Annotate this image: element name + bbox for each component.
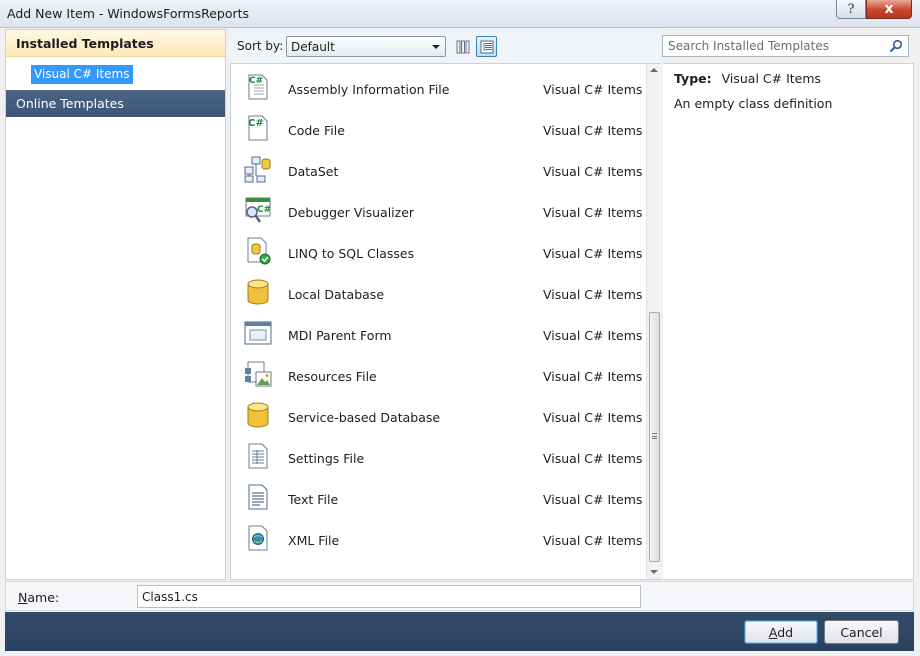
small-icons-view-button[interactable] (476, 36, 497, 57)
template-name: Debugger Visualizer (288, 205, 415, 220)
type-label: Type: (674, 71, 712, 86)
template-name: Resources File (288, 369, 377, 384)
scrollbar-thumb[interactable] (649, 312, 660, 562)
text-file-icon (248, 484, 268, 510)
close-button[interactable]: x (866, 0, 912, 19)
name-bar: Name: (5, 581, 914, 611)
scroll-up-arrow-icon[interactable] (650, 68, 658, 72)
list-item[interactable]: C# Code File Visual C# Items (231, 107, 645, 148)
template-category: Visual C# Items (543, 123, 643, 138)
template-name: Assembly Information File (288, 82, 450, 97)
list-item[interactable]: DataSet Visual C# Items (231, 148, 645, 189)
template-name: XML File (288, 533, 340, 548)
help-icon: ? (847, 1, 855, 17)
template-name: MDI Parent Form (288, 328, 392, 343)
list-item[interactable]: Local Database Visual C# Items (231, 271, 645, 312)
template-category: Visual C# Items (543, 410, 643, 425)
template-category: Visual C# Items (543, 205, 643, 220)
cancel-button[interactable]: Cancel (824, 620, 899, 644)
cs-code-icon: C# (248, 115, 268, 141)
small-icons-view-icon (480, 40, 494, 54)
template-category: Visual C# Items (543, 328, 643, 343)
svg-text:C#: C# (248, 118, 264, 129)
medium-icons-view-button[interactable] (452, 36, 473, 57)
template-category: Visual C# Items (543, 492, 643, 507)
list-toolbar: Sort by: Default (228, 29, 661, 63)
debugger-visualizer-icon: C# (245, 197, 271, 223)
template-name: Service-based Database (288, 410, 441, 425)
cs-document-icon: C# (248, 74, 268, 100)
help-button[interactable]: ? (836, 0, 866, 19)
dialog-button-bar: Add Cancel (5, 612, 914, 651)
medium-icons-view-icon (456, 40, 470, 54)
type-value: Visual C# Items (721, 71, 822, 86)
template-category: Visual C# Items (543, 533, 643, 548)
chevron-down-icon (432, 45, 440, 49)
template-category: Visual C# Items (543, 287, 643, 302)
list-item[interactable]: C# Assembly Information File Visual C# I… (231, 66, 645, 107)
scroll-grip-icon (652, 433, 657, 439)
close-icon: x (884, 1, 894, 17)
dataset-icon (244, 156, 271, 183)
resources-icon (245, 361, 272, 387)
installed-templates-header[interactable]: Installed Templates (6, 30, 225, 57)
template-name: Settings File (288, 451, 365, 466)
template-category: Visual C# Items (543, 82, 643, 97)
template-category: Visual C# Items (543, 451, 643, 466)
search-box[interactable] (662, 35, 909, 57)
window-title: Add New Item - WindowsFormsReports (7, 6, 250, 21)
add-button-label: Add (768, 624, 794, 640)
template-list[interactable]: C# Assembly Information File Visual C# I… (230, 63, 661, 580)
template-categories-pane: Installed Templates Visual C# Items Onli… (5, 29, 226, 580)
tree-item-visual-csharp[interactable]: Visual C# Items (31, 65, 134, 84)
add-button[interactable]: Add (744, 620, 818, 644)
linq-sql-icon (247, 237, 271, 265)
search-icon[interactable] (889, 39, 903, 53)
list-item[interactable]: Settings File Visual C# Items (231, 435, 645, 476)
list-item[interactable]: LINQ to SQL Classes Visual C# Items (231, 230, 645, 271)
name-input[interactable] (137, 585, 641, 608)
list-item[interactable]: C# Debugger Visualizer Visual C# Items (231, 189, 645, 230)
template-category: Visual C# Items (543, 246, 643, 261)
sort-by-value: Default (291, 40, 335, 54)
list-item[interactable]: Service-based Database Visual C# Items (231, 394, 645, 435)
template-category: Visual C# Items (543, 164, 643, 179)
template-category: Visual C# Items (543, 369, 643, 384)
svg-text:C#: C# (257, 205, 271, 215)
template-name: Text File (288, 492, 339, 507)
xml-file-icon (248, 525, 268, 551)
template-name: LINQ to SQL Classes (288, 246, 415, 261)
sort-by-dropdown[interactable]: Default (286, 36, 446, 57)
search-input[interactable] (668, 39, 878, 53)
svg-text:C#: C# (249, 76, 263, 86)
sort-by-label: Sort by: (237, 39, 284, 53)
list-item[interactable]: Resources File Visual C# Items (231, 353, 645, 394)
template-name: Code File (288, 123, 345, 138)
template-type: Type: Visual C# Items (674, 71, 821, 86)
template-name: Local Database (288, 287, 385, 302)
list-item[interactable]: MDI Parent Form Visual C# Items (231, 312, 645, 353)
template-details-pane: Type: Visual C# Items An empty class def… (663, 63, 914, 580)
scroll-down-arrow-icon[interactable] (650, 570, 658, 574)
database-icon (247, 402, 269, 428)
cancel-button-label: Cancel (840, 624, 883, 640)
name-label: Name: (18, 590, 60, 605)
database-icon (247, 279, 269, 305)
settings-icon (248, 443, 268, 469)
title-bar[interactable]: Add New Item - WindowsFormsReports ? x (0, 0, 920, 28)
list-item[interactable]: XML File Visual C# Items (231, 517, 645, 558)
template-list-scrollbar[interactable] (646, 64, 661, 579)
form-icon (244, 321, 272, 345)
list-item[interactable]: Text File Visual C# Items (231, 476, 645, 517)
template-name: DataSet (288, 164, 339, 179)
online-templates-header[interactable]: Online Templates (6, 90, 225, 117)
template-description: An empty class definition (674, 96, 833, 111)
